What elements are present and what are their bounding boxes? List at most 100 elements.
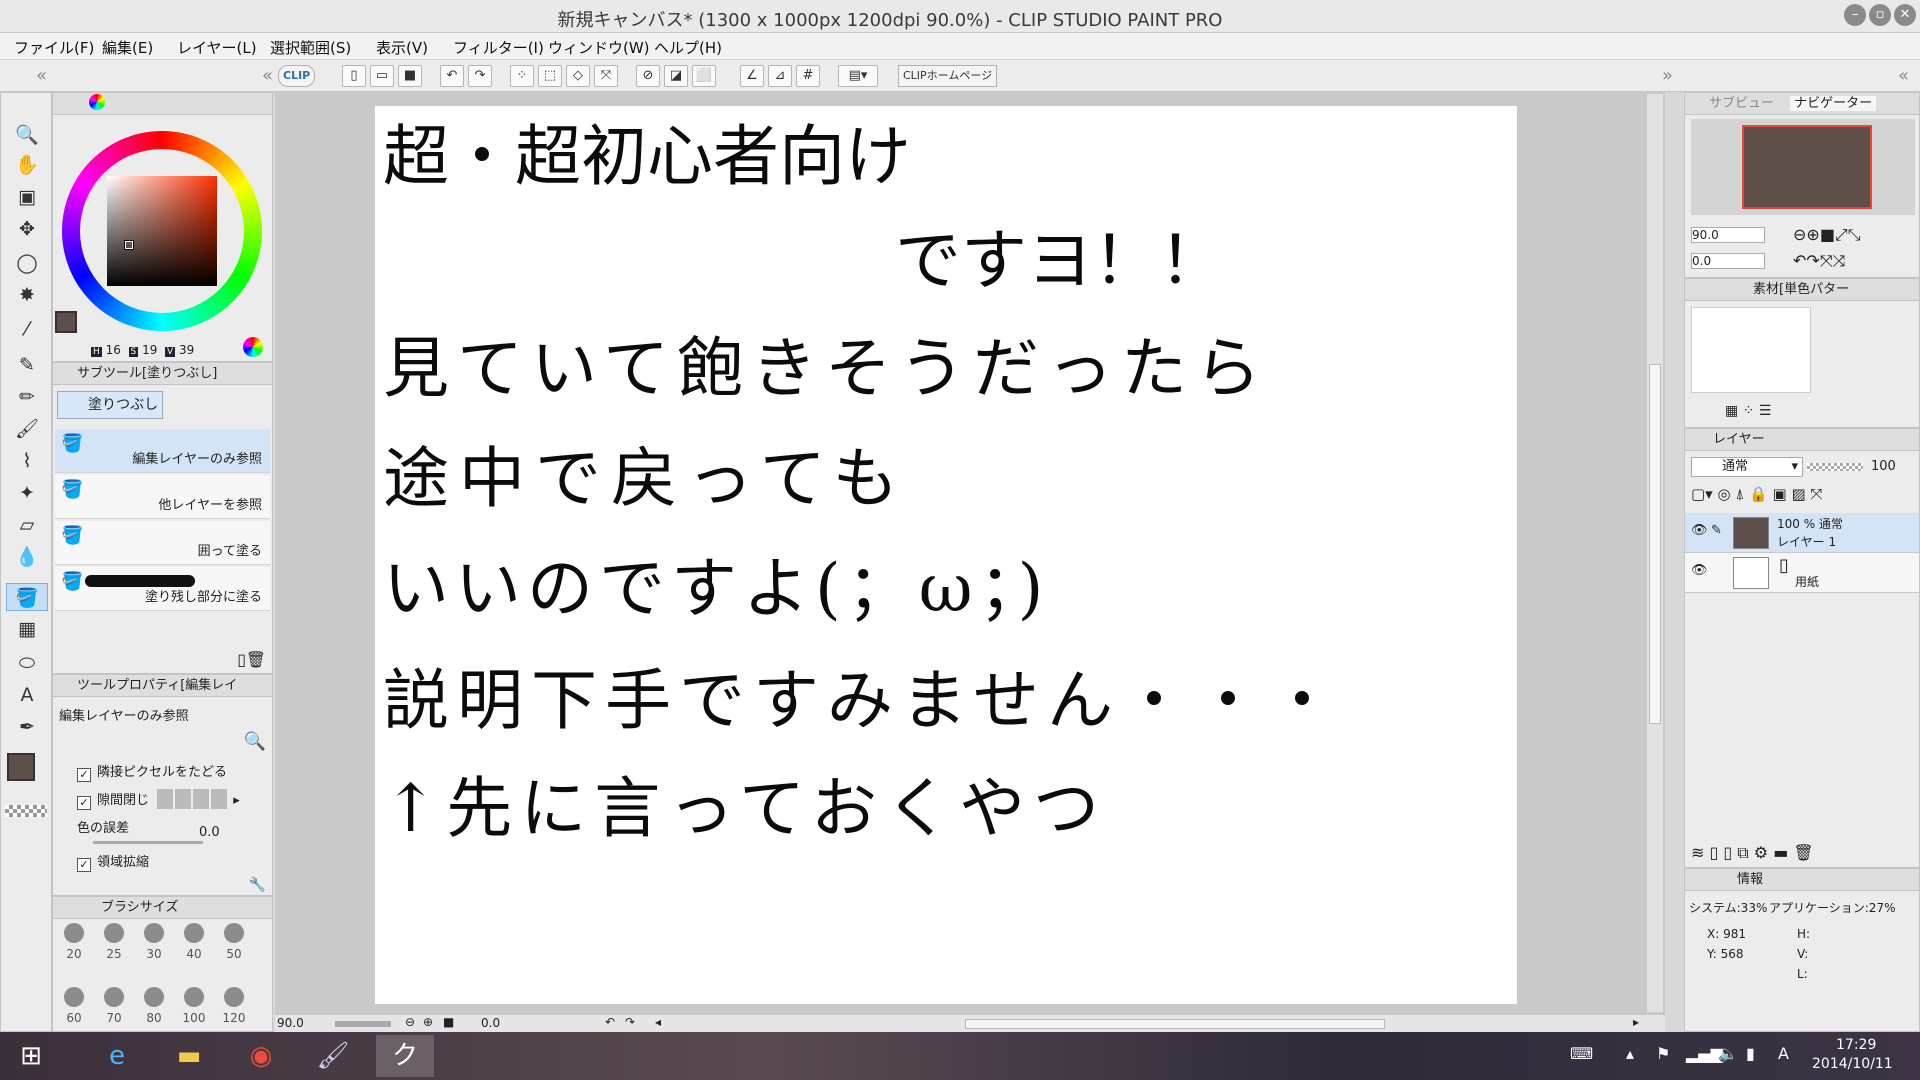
- navigator-preview[interactable]: [1691, 119, 1915, 215]
- layer-lock-buttons[interactable]: ▢▾ ◎ ⍋ 🔒 ▣ ▨ ⤧: [1691, 485, 1822, 503]
- save-icon[interactable]: ■: [398, 65, 422, 87]
- rotate-right-icon[interactable]: ↷: [625, 1015, 635, 1029]
- navigator-zoom[interactable]: 90.0: [1691, 227, 1765, 243]
- current-color-swatch[interactable]: [55, 311, 77, 333]
- saturation-value-square[interactable]: [107, 176, 217, 286]
- adjacent-pixel-option[interactable]: ✓ 隣接ピクセルをたどる: [77, 761, 227, 782]
- layer-row[interactable]: 👁 ✎ 100 % 通常 レイヤー 1: [1685, 513, 1919, 553]
- brush-tool-icon[interactable]: 🖌: [6, 415, 48, 443]
- menu-window[interactable]: ウィンドウ(W): [548, 37, 650, 58]
- navigator-rotate-buttons[interactable]: ↶↷⤧⤨: [1793, 251, 1845, 271]
- checkbox[interactable]: ✓: [77, 796, 91, 810]
- checkbox[interactable]: ✓: [77, 768, 91, 782]
- close-gap-option[interactable]: ✓ 隙間閉じ ▸: [77, 789, 240, 810]
- opacity-slider[interactable]: [1807, 463, 1863, 471]
- clear-icon[interactable]: ⊘: [636, 65, 660, 87]
- hand-tool-icon[interactable]: ✋: [6, 151, 48, 179]
- collapse-right-icon[interactable]: »: [1662, 65, 1673, 86]
- navigator-zoom-buttons[interactable]: ⊖⊕■⤢⤡: [1793, 225, 1861, 245]
- color-margin-value[interactable]: 0.0: [199, 825, 220, 840]
- menu-help[interactable]: ヘルプ(H): [654, 37, 722, 58]
- trash-icon[interactable]: 🗑: [246, 650, 266, 669]
- brush-size-preset[interactable]: 120: [217, 987, 251, 1025]
- ime-indicator[interactable]: A: [1778, 1044, 1789, 1063]
- subtool-item[interactable]: 🪣 編集レイヤーのみ参照: [55, 429, 270, 473]
- subtool-item[interactable]: 🪣 囲って塗る: [55, 521, 270, 565]
- color-margin-slider[interactable]: [93, 841, 203, 844]
- rotate-left-icon[interactable]: ↶: [605, 1015, 615, 1029]
- layer-row[interactable]: 👁 ▯ 用紙: [1685, 553, 1919, 593]
- clock-time[interactable]: 17:29: [1836, 1037, 1876, 1053]
- collapse-left-icon[interactable]: «: [262, 65, 273, 86]
- volume-icon[interactable]: 🔈: [1718, 1044, 1738, 1063]
- collapse-right-icon[interactable]: «: [1898, 65, 1909, 86]
- tab-navigator[interactable]: ナビゲーター: [1790, 96, 1877, 111]
- file-explorer-icon[interactable]: ▬: [160, 1035, 218, 1077]
- menu-selection[interactable]: 選択範囲(S): [270, 37, 351, 58]
- zoom-in-icon[interactable]: ⊕: [423, 1015, 433, 1029]
- menu-edit[interactable]: 編集(E): [102, 37, 153, 58]
- invert-selection-icon[interactable]: ◇: [566, 65, 590, 87]
- brush-size-preset[interactable]: 100: [177, 987, 211, 1025]
- clip-studio-icon[interactable]: ク: [376, 1035, 434, 1077]
- new-subtool-icon[interactable]: ▯: [237, 650, 246, 669]
- main-color-swatch[interactable]: [7, 753, 35, 781]
- magic-wand-icon[interactable]: ✸: [6, 281, 48, 309]
- layer-action-buttons[interactable]: ≋ ▯ ▯ ⧉ ⚙ ▬ 🗑: [1691, 843, 1814, 863]
- keyboard-icon[interactable]: ⌨: [1570, 1044, 1593, 1063]
- subtool-item[interactable]: 🪣 塗り残し部分に塗る: [55, 567, 270, 611]
- undo-icon[interactable]: ↶: [440, 65, 464, 87]
- internet-explorer-icon[interactable]: e: [88, 1035, 146, 1077]
- wrench-icon[interactable]: 🔧: [249, 877, 266, 893]
- expand-area-option[interactable]: ✓ 領域拡縮: [77, 851, 149, 872]
- color-wheel-tab-icon[interactable]: [89, 94, 105, 110]
- display-mode-icon[interactable]: ▤▾: [838, 65, 878, 87]
- pencil-tool-icon[interactable]: ✏: [6, 383, 48, 411]
- material-list[interactable]: [1691, 307, 1811, 393]
- brush-size-preset[interactable]: 50: [217, 923, 251, 961]
- horizontal-scrollbar[interactable]: [965, 1019, 1385, 1029]
- angle-value[interactable]: 0.0: [481, 1016, 500, 1030]
- checkbox[interactable]: ✓: [77, 858, 91, 872]
- opacity-value[interactable]: 100: [1871, 459, 1896, 474]
- clock-date[interactable]: 2014/10/11: [1812, 1056, 1893, 1072]
- paint-icon[interactable]: 🖌: [304, 1035, 362, 1077]
- navigator-angle[interactable]: 0.0: [1691, 253, 1765, 269]
- select-all-icon[interactable]: ⁘: [510, 65, 534, 87]
- ruler-icon[interactable]: ∠: [740, 65, 764, 87]
- start-button[interactable]: ⊞: [2, 1035, 60, 1077]
- decoration-tool-icon[interactable]: ✦: [6, 479, 48, 507]
- fit-icon[interactable]: ■: [443, 1015, 454, 1029]
- figure-tool-icon[interactable]: ⬭: [6, 649, 48, 677]
- tab-subview[interactable]: サブビュー: [1709, 96, 1774, 111]
- new-file-icon[interactable]: ▯: [342, 65, 366, 87]
- eyedropper-icon[interactable]: ⁄: [6, 315, 48, 343]
- tab-layer[interactable]: レイヤー: [1713, 432, 1765, 447]
- grid-icon[interactable]: #: [796, 65, 820, 87]
- gap-size-selector[interactable]: [157, 789, 230, 809]
- text-tool-icon[interactable]: A: [6, 681, 48, 709]
- gradient-tool-icon[interactable]: ▦: [6, 615, 48, 643]
- zoom-value[interactable]: 90.0: [277, 1016, 304, 1030]
- blend-mode-select[interactable]: 通常 ▾: [1691, 457, 1803, 477]
- brush-size-preset[interactable]: 40: [177, 923, 211, 961]
- subtool-tab-fill[interactable]: 塗りつぶし: [57, 391, 163, 419]
- pen-tool-icon[interactable]: ✎: [6, 351, 48, 379]
- eye-icon[interactable]: 👁: [1691, 563, 1708, 578]
- brush-size-preset[interactable]: 70: [97, 987, 131, 1025]
- clip-homepage-button[interactable]: CLIPホームページ: [898, 65, 998, 87]
- subtool-item[interactable]: 🪣 他レイヤーを参照: [55, 475, 270, 519]
- material-view-buttons[interactable]: ▦ ⁘ ☰: [1725, 403, 1771, 419]
- brush-size-preset[interactable]: 20: [57, 923, 91, 961]
- redo-icon[interactable]: ↷: [468, 65, 492, 87]
- minimize-button[interactable]: –: [1844, 4, 1866, 26]
- zoom-tool-icon[interactable]: 🔍: [6, 121, 48, 149]
- airbrush-tool-icon[interactable]: ⌇: [6, 447, 48, 475]
- power-icon[interactable]: ▮: [1746, 1044, 1755, 1063]
- zoom-out-icon[interactable]: ⊖: [405, 1015, 415, 1029]
- eraser-tool-icon[interactable]: ▱: [6, 511, 48, 539]
- brush-size-preset[interactable]: 30: [137, 923, 171, 961]
- scroll-right-icon[interactable]: ▸: [1633, 1015, 1639, 1029]
- color-mode-icon[interactable]: [243, 337, 263, 357]
- menu-file[interactable]: ファイル(F): [14, 37, 94, 58]
